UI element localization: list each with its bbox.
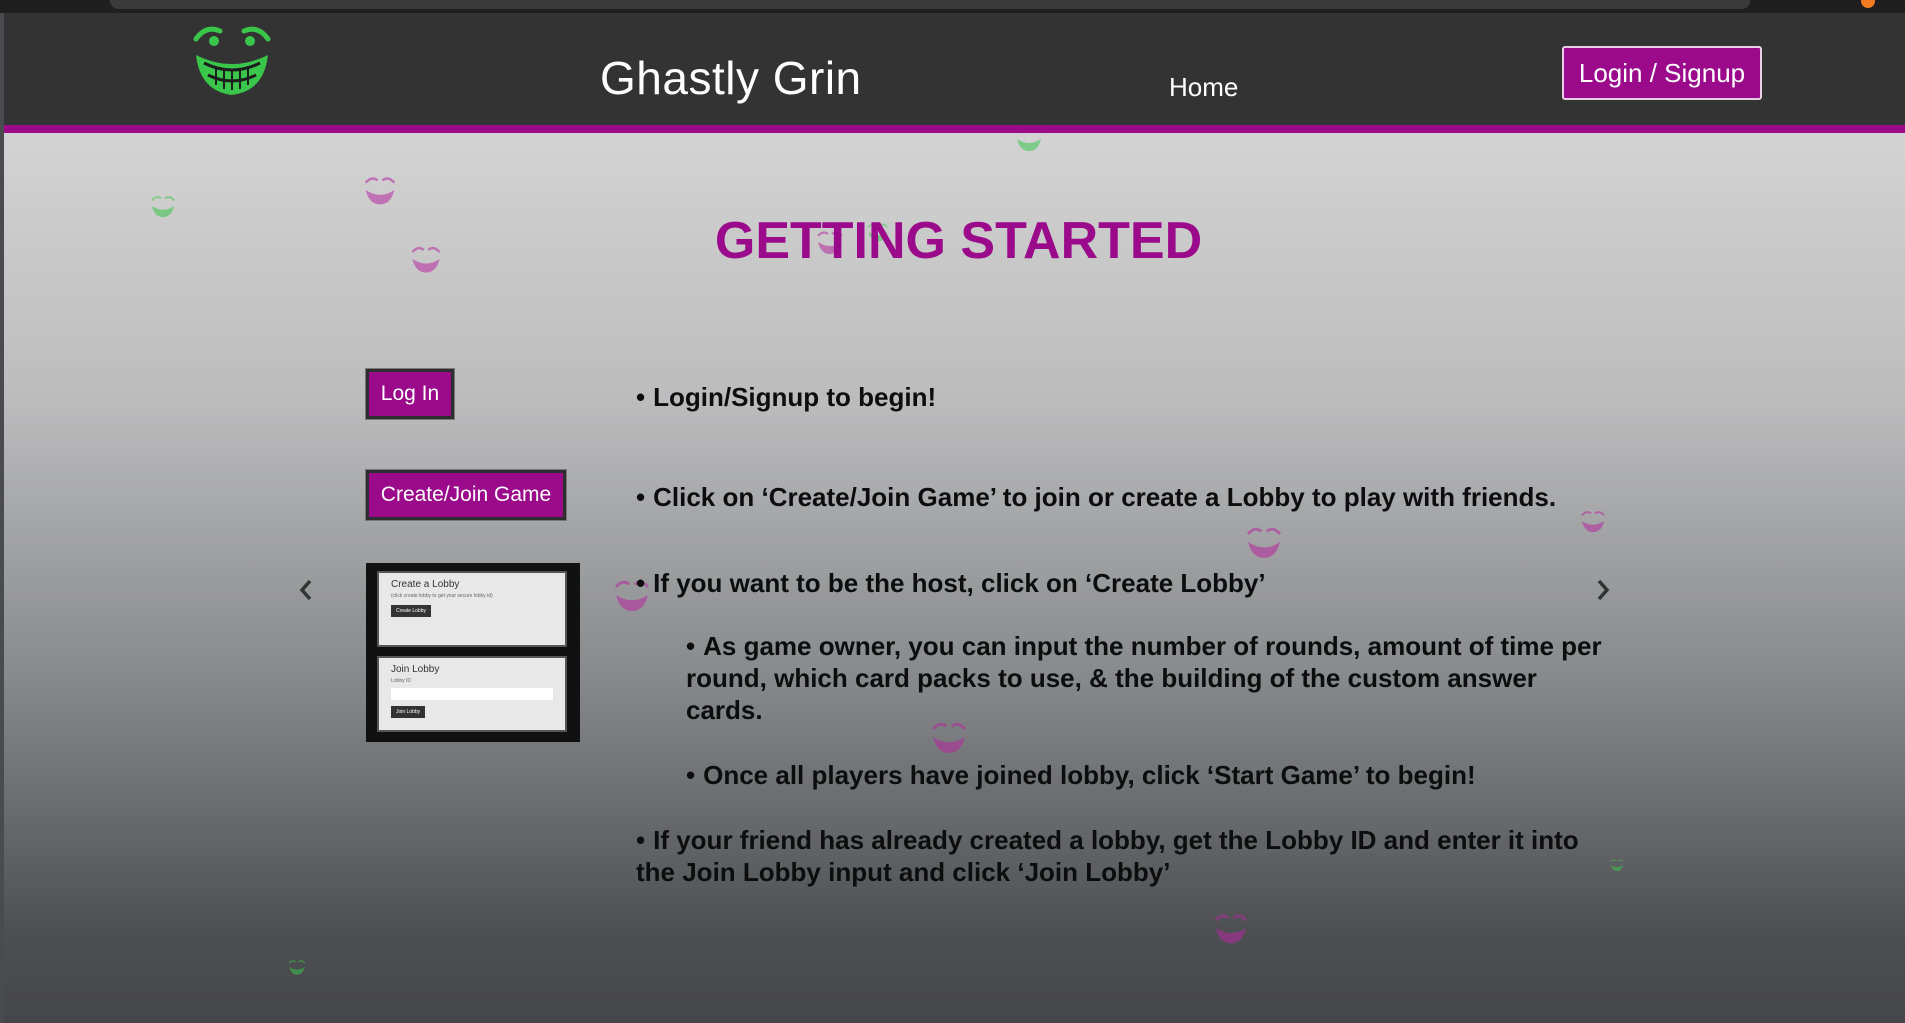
preview-create-button: Create Lobby <box>391 605 432 617</box>
login-signup-button[interactable]: Login / Signup <box>1562 46 1762 100</box>
browser-profile-icon[interactable] <box>1861 0 1875 8</box>
demo-login-button: Log In <box>366 369 454 419</box>
step-text: As game owner, you can input the number … <box>686 631 1602 725</box>
step-text: If you want to be the host, click on ‘Cr… <box>653 568 1266 598</box>
bullet: • <box>636 382 646 412</box>
grin-decor-icon <box>1246 527 1282 558</box>
step-join-lobby: • If your friend has already created a lo… <box>636 824 1596 888</box>
step-login: • Login/Signup to begin! <box>636 381 936 413</box>
grin-decor-icon <box>1610 859 1624 871</box>
grin-decor-icon <box>1581 511 1605 533</box>
chevron-right-icon[interactable] <box>1595 578 1611 602</box>
preview-join-button: Join Lobby <box>391 706 426 718</box>
step-host: • If you want to be the host, click on ‘C… <box>636 567 1266 599</box>
step-text: If your friend has already created a lob… <box>636 825 1579 887</box>
preview-lobby-id-input <box>391 688 553 700</box>
preview-create-subtitle: (click create lobby to get your secure l… <box>391 593 493 599</box>
browser-url-bar[interactable] <box>110 0 1750 9</box>
getting-started-section: GETTING STARTED Log In Create/Join Game … <box>4 133 1905 1023</box>
nav-home-link[interactable]: Home <box>1169 72 1238 103</box>
grinning-face-logo-icon[interactable] <box>190 17 274 101</box>
lobby-preview-image: Create a Lobby (click create lobby to ge… <box>366 563 580 742</box>
step-text: Once all players have joined lobby, clic… <box>703 760 1476 790</box>
preview-join-title: Join Lobby <box>391 664 440 675</box>
step-text: Click on ‘Create/Join Game’ to join or c… <box>653 482 1557 512</box>
step-text: Login/Signup to begin! <box>653 382 937 412</box>
step-start-game: • Once all players have joined lobby, cli… <box>686 759 1476 791</box>
grin-decor-icon <box>1017 133 1041 151</box>
chevron-left-icon[interactable] <box>298 578 314 602</box>
preview-join-label: Lobby ID <box>391 678 412 684</box>
navbar: Ghastly Grin Home Login / Signup <box>4 13 1905 133</box>
grin-decor-icon <box>1214 914 1248 944</box>
bullet: • <box>636 568 646 598</box>
page-title: GETTING STARTED <box>714 212 1203 270</box>
demo-create-join-button: Create/Join Game <box>366 470 566 520</box>
step-create-join: • Click on ‘Create/Join Game’ to join or … <box>636 481 1556 513</box>
preview-join-lobby-card: Join Lobby Lobby ID Join Lobby <box>377 656 567 732</box>
bullet: • <box>636 825 646 855</box>
brand-title[interactable]: Ghastly Grin <box>600 51 862 105</box>
browser-strip <box>0 0 1905 13</box>
grin-decor-icon <box>364 177 396 205</box>
grin-decor-icon <box>288 960 306 975</box>
step-game-owner: • As game owner, you can input the number… <box>686 630 1606 726</box>
bullet: • <box>686 760 696 790</box>
preview-create-title: Create a Lobby <box>391 579 460 590</box>
preview-create-lobby-card: Create a Lobby (click create lobby to ge… <box>377 571 567 647</box>
bullet: • <box>686 631 696 661</box>
bullet: • <box>636 482 646 512</box>
